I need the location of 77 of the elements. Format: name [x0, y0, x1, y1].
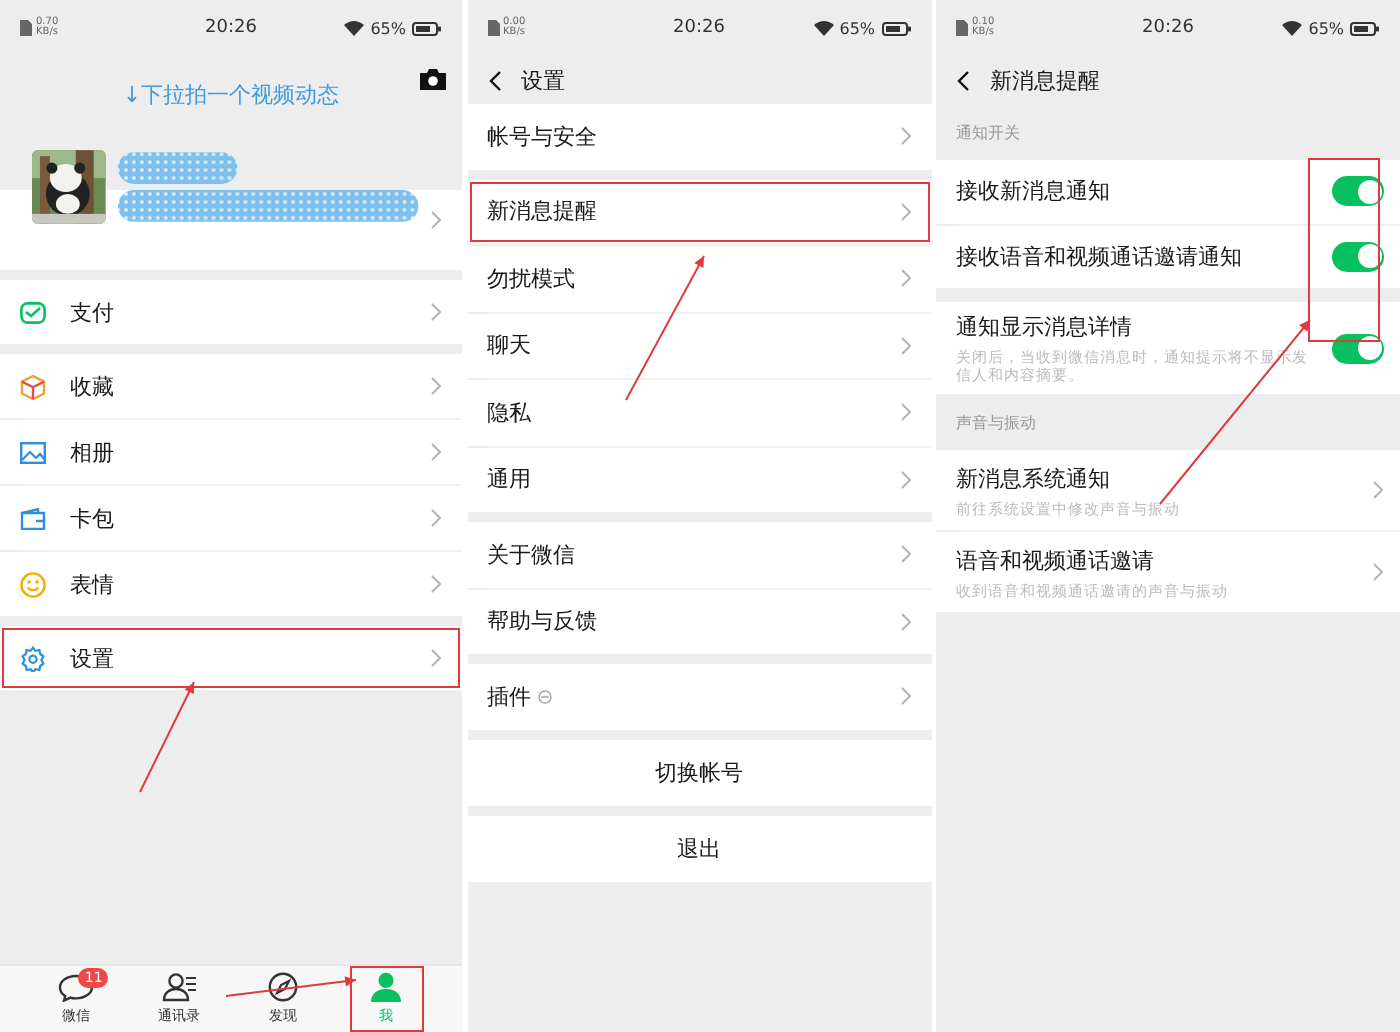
chevron-icon	[899, 201, 911, 222]
chevron-icon	[430, 574, 442, 594]
menu-item[interactable]: 设置	[0, 626, 462, 690]
chevron-icon	[430, 508, 442, 528]
settings-item[interactable]: 关于微信	[467, 522, 931, 587]
section-header: 声音与振动	[954, 411, 1038, 435]
back-icon[interactable]	[956, 69, 970, 91]
settings-item[interactable]: 隐私	[467, 380, 931, 445]
setting-label: 语音和视频通话邀请	[956, 545, 1156, 575]
cube-icon	[20, 373, 46, 399]
settings-item[interactable]: 通用	[467, 447, 931, 512]
battery-percent: 65%	[370, 19, 406, 37]
chevron-icon	[899, 544, 911, 565]
toggle-switch[interactable]	[1332, 241, 1384, 272]
annotation-arrow	[225, 976, 357, 997]
chevron-icon	[899, 469, 911, 490]
sim-card-icon	[487, 20, 499, 36]
battery-icon	[1350, 21, 1381, 35]
sim-card-icon	[20, 20, 32, 36]
chevron-icon	[430, 442, 442, 462]
image-icon	[20, 441, 46, 463]
person-icon	[370, 972, 403, 1002]
compass-icon	[267, 972, 298, 1002]
wallet-check-icon	[20, 301, 46, 323]
toggle-switch[interactable]	[1332, 333, 1384, 363]
sim-card-icon	[956, 20, 968, 36]
chevron-icon	[899, 402, 911, 423]
section-header: 通知开关	[954, 121, 1022, 145]
menu-item[interactable]: 相册	[0, 420, 462, 484]
chevron-icon	[899, 686, 911, 707]
clock-time: 20:26	[1140, 18, 1196, 38]
setting-label: 接收语音和视频通话邀请通知	[956, 241, 1244, 272]
action-button[interactable]: 退出	[467, 815, 931, 881]
settings-item[interactable]: 新消息提醒	[467, 179, 931, 244]
menu-item[interactable]: 表情	[0, 552, 462, 616]
menu-item[interactable]: 收藏	[0, 354, 462, 418]
wifi-icon	[813, 20, 834, 36]
action-button[interactable]: 切换帐号	[467, 739, 931, 805]
settings-item[interactable]: 插件	[467, 664, 931, 729]
battery-percent: 65%	[839, 19, 876, 37]
chevron-icon	[430, 302, 442, 322]
settings-icon	[20, 645, 46, 671]
page-title: 新消息提醒	[990, 65, 1100, 95]
annotation-arrow	[139, 681, 195, 793]
chevron-icon	[1372, 562, 1384, 582]
battery-icon	[881, 21, 912, 35]
settings-item[interactable]: 帮助与反馈	[467, 589, 931, 654]
wifi-icon	[344, 20, 365, 36]
page-title: 设置	[521, 65, 565, 95]
clock-time: 20:26	[671, 18, 727, 38]
plugin-status-icon	[538, 689, 552, 704]
chevron-icon	[430, 376, 442, 396]
settings-item[interactable]: 帐号与安全	[467, 104, 931, 169]
battery-icon	[411, 21, 442, 35]
setting-label: 接收新消息通知	[956, 176, 1112, 207]
setting-label: 通知显示消息详情	[956, 312, 1134, 342]
settings-item[interactable]: 聊天	[467, 313, 931, 378]
chevron-icon	[430, 210, 442, 230]
settings-item[interactable]: 勿扰模式	[467, 246, 931, 311]
chevron-icon	[899, 335, 911, 356]
contacts-icon	[161, 972, 198, 1002]
chevron-icon	[899, 268, 911, 289]
smiley-icon	[20, 571, 46, 597]
menu-item[interactable]: 支付	[0, 280, 462, 344]
chevron-icon	[1372, 480, 1384, 500]
chevron-icon	[899, 126, 911, 147]
wifi-icon	[1282, 20, 1303, 36]
setting-label: 新消息系统通知	[956, 463, 1112, 493]
toggle-switch[interactable]	[1332, 176, 1384, 207]
menu-item[interactable]: 卡包	[0, 486, 462, 550]
battery-percent: 65%	[1308, 19, 1345, 37]
clock-time: 20:26	[203, 18, 259, 38]
card-wallet-icon	[20, 507, 46, 529]
chevron-icon	[899, 611, 911, 632]
camera-icon[interactable]	[420, 68, 446, 90]
chevron-icon	[430, 648, 442, 668]
back-icon[interactable]	[487, 69, 501, 91]
